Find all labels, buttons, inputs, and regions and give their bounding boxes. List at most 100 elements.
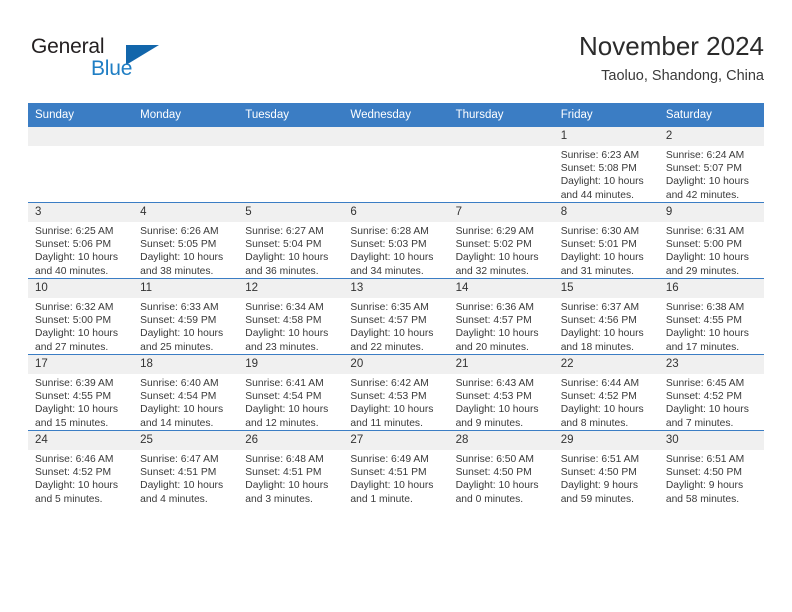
- page-subtitle: Taoluo, Shandong, China: [601, 68, 764, 84]
- sunset-text: Sunset: 5:06 PM: [35, 239, 112, 251]
- day-details: Sunrise: 6:40 AM Sunset: 4:54 PM Daylight:…: [133, 374, 238, 430]
- calendar-day-cell[interactable]: 23 Sunrise: 6:45 AM Sunset: 4:52 PM Dayligh…: [658, 354, 764, 431]
- sunset-text: Sunset: 4:55 PM: [35, 391, 112, 403]
- day-number: 6: [343, 203, 449, 222]
- weekday-header-saturday: Saturday: [658, 103, 764, 127]
- calendar-day-cell[interactable]: 17 Sunrise: 6:39 AM Sunset: 4:55 PM Dayligh…: [28, 354, 134, 431]
- sunset-text: Sunset: 5:08 PM: [560, 163, 637, 175]
- day-number: 20: [343, 355, 449, 374]
- calendar-day-cell[interactable]: 12 Sunrise: 6:34 AM Sunset: 4:58 PM Dayligh…: [238, 278, 344, 355]
- calendar-day-cell[interactable]: 26 Sunrise: 6:48 AM Sunset: 4:51 PM Dayligh…: [238, 430, 344, 506]
- day-number: 15: [553, 279, 659, 298]
- calendar-day-cell[interactable]: 16 Sunrise: 6:38 AM Sunset: 4:55 PM Dayligh…: [658, 278, 764, 355]
- day-number: 21: [448, 355, 554, 374]
- daylight-text: Daylight: 10 hours and 25 minutes.: [140, 328, 224, 353]
- calendar-day-cell[interactable]: 22 Sunrise: 6:44 AM Sunset: 4:52 PM Dayligh…: [553, 354, 659, 431]
- sunrise-text: Sunrise: 6:51 AM: [560, 454, 640, 465]
- day-number: 8: [553, 203, 659, 222]
- calendar-day-cell[interactable]: 1 Sunrise: 6:23 AM Sunset: 5:08 PM Daylight…: [553, 126, 659, 203]
- sunset-text: Sunset: 4:59 PM: [140, 315, 217, 327]
- calendar-day-cell[interactable]: 3 Sunrise: 6:25 AM Sunset: 5:06 PM Daylight…: [28, 202, 134, 279]
- sunrise-text: Sunrise: 6:42 AM: [350, 378, 429, 389]
- calendar-day-cell[interactable]: 2 Sunrise: 6:24 AM Sunset: 5:07 PM Daylight…: [658, 126, 764, 203]
- calendar-day-cell[interactable]: 19 Sunrise: 6:41 AM Sunset: 4:54 PM Dayligh…: [238, 354, 344, 431]
- calendar-day-cell-empty: [343, 126, 449, 203]
- daylight-text: Daylight: 10 hours and 34 minutes.: [350, 252, 434, 277]
- sunrise-text: Sunrise: 6:25 AM: [35, 226, 114, 237]
- daylight-text: Daylight: 10 hours and 1 minute.: [350, 480, 434, 505]
- weekday-header-row: Sunday Monday Tuesday Wednesday Thursday…: [28, 103, 764, 127]
- calendar-day-cell[interactable]: 11 Sunrise: 6:33 AM Sunset: 4:59 PM Dayligh…: [133, 278, 239, 355]
- calendar-week-row: 10 Sunrise: 6:32 AM Sunset: 5:00 PM Dayligh…: [28, 278, 764, 355]
- weekday-header-monday: Monday: [133, 103, 239, 127]
- calendar-day-cell[interactable]: 28 Sunrise: 6:50 AM Sunset: 4:50 PM Dayligh…: [448, 430, 554, 506]
- day-details: Sunrise: 6:49 AM Sunset: 4:51 PM Daylight:…: [343, 450, 448, 506]
- day-number: 22: [553, 355, 659, 374]
- daylight-text: Daylight: 10 hours and 11 minutes.: [350, 404, 434, 429]
- day-details: Sunrise: 6:46 AM Sunset: 4:52 PM Daylight:…: [28, 450, 133, 506]
- day-number: 25: [133, 431, 239, 450]
- calendar-day-cell[interactable]: 9 Sunrise: 6:31 AM Sunset: 5:00 PM Daylight…: [658, 202, 764, 279]
- sunrise-text: Sunrise: 6:49 AM: [350, 454, 429, 465]
- calendar-day-cell-empty: [448, 126, 554, 203]
- sunrise-text: Sunrise: 6:36 AM: [455, 302, 534, 313]
- calendar-day-cell[interactable]: 18 Sunrise: 6:40 AM Sunset: 4:54 PM Dayligh…: [133, 354, 239, 431]
- daylight-text: Daylight: 10 hours and 7 minutes.: [665, 404, 749, 429]
- day-details: Sunrise: 6:50 AM Sunset: 4:50 PM Daylight:…: [449, 450, 554, 506]
- calendar-day-cell[interactable]: 6 Sunrise: 6:28 AM Sunset: 5:03 PM Daylight…: [343, 202, 449, 279]
- generalblue-logo[interactable]: General Blue: [31, 35, 181, 87]
- day-details: Sunrise: 6:41 AM Sunset: 4:54 PM Daylight:…: [238, 374, 343, 430]
- day-details: Sunrise: 6:42 AM Sunset: 4:53 PM Daylight:…: [343, 374, 448, 430]
- day-details: Sunrise: 6:48 AM Sunset: 4:51 PM Daylight:…: [238, 450, 343, 506]
- sunset-text: Sunset: 5:02 PM: [455, 239, 532, 251]
- sunrise-text: Sunrise: 6:30 AM: [560, 226, 640, 237]
- calendar-day-cell[interactable]: 14 Sunrise: 6:36 AM Sunset: 4:57 PM Dayligh…: [448, 278, 554, 355]
- daylight-text: Daylight: 10 hours and 0 minutes.: [455, 480, 539, 505]
- calendar-day-cell[interactable]: 7 Sunrise: 6:29 AM Sunset: 5:02 PM Daylight…: [448, 202, 554, 279]
- sunrise-text: Sunrise: 6:43 AM: [455, 378, 534, 389]
- calendar-day-cell[interactable]: 20 Sunrise: 6:42 AM Sunset: 4:53 PM Dayligh…: [343, 354, 449, 431]
- daylight-text: Daylight: 10 hours and 44 minutes.: [560, 176, 644, 201]
- calendar-page: General Blue November 2024 Taoluo, Shand…: [0, 0, 792, 612]
- calendar-day-cell[interactable]: 15 Sunrise: 6:37 AM Sunset: 4:56 PM Dayligh…: [553, 278, 659, 355]
- day-number: 3: [28, 203, 134, 222]
- sunset-text: Sunset: 5:00 PM: [35, 315, 112, 327]
- day-number: [238, 127, 344, 146]
- daylight-text: Daylight: 10 hours and 23 minutes.: [245, 328, 329, 353]
- sunset-text: Sunset: 5:03 PM: [350, 239, 427, 251]
- page-header: General Blue November 2024 Taoluo, Shand…: [28, 30, 764, 92]
- calendar-day-cell[interactable]: 8 Sunrise: 6:30 AM Sunset: 5:01 PM Daylight…: [553, 202, 659, 279]
- daylight-text: Daylight: 10 hours and 17 minutes.: [665, 328, 749, 353]
- sunrise-text: Sunrise: 6:50 AM: [455, 454, 534, 465]
- calendar-day-cell[interactable]: 21 Sunrise: 6:43 AM Sunset: 4:53 PM Dayligh…: [448, 354, 554, 431]
- day-number: 24: [28, 431, 134, 450]
- day-number: 12: [238, 279, 344, 298]
- daylight-text: Daylight: 10 hours and 9 minutes.: [455, 404, 539, 429]
- calendar-day-cell[interactable]: 10 Sunrise: 6:32 AM Sunset: 5:00 PM Dayligh…: [28, 278, 134, 355]
- calendar-day-cell[interactable]: 5 Sunrise: 6:27 AM Sunset: 5:04 PM Daylight…: [238, 202, 344, 279]
- sunrise-text: Sunrise: 6:31 AM: [665, 226, 745, 237]
- sunset-text: Sunset: 4:50 PM: [665, 467, 742, 479]
- day-details: Sunrise: 6:24 AM Sunset: 5:07 PM Daylight:…: [659, 146, 764, 202]
- sunset-text: Sunset: 4:51 PM: [140, 467, 217, 479]
- sunset-text: Sunset: 5:01 PM: [560, 239, 637, 251]
- calendar-day-cell[interactable]: 29 Sunrise: 6:51 AM Sunset: 4:50 PM Dayligh…: [553, 430, 659, 506]
- daylight-text: Daylight: 10 hours and 15 minutes.: [35, 404, 118, 429]
- calendar-day-cell[interactable]: 27 Sunrise: 6:49 AM Sunset: 4:51 PM Dayligh…: [343, 430, 449, 506]
- daylight-text: Daylight: 9 hours and 59 minutes.: [560, 480, 638, 505]
- calendar-day-cell-empty: [238, 126, 344, 203]
- calendar-day-cell[interactable]: 24 Sunrise: 6:46 AM Sunset: 4:52 PM Dayligh…: [28, 430, 134, 506]
- sunrise-text: Sunrise: 6:48 AM: [245, 454, 324, 465]
- page-title: November 2024: [579, 31, 764, 61]
- sunrise-text: Sunrise: 6:27 AM: [245, 226, 324, 237]
- calendar-day-cell[interactable]: 13 Sunrise: 6:35 AM Sunset: 4:57 PM Dayligh…: [343, 278, 449, 355]
- day-number: 28: [448, 431, 554, 450]
- day-details: Sunrise: 6:47 AM Sunset: 4:51 PM Daylight:…: [133, 450, 238, 506]
- day-number: [343, 127, 449, 146]
- calendar-day-cell[interactable]: 30 Sunrise: 6:51 AM Sunset: 4:50 PM Dayligh…: [658, 430, 764, 506]
- daylight-text: Daylight: 10 hours and 8 minutes.: [560, 404, 644, 429]
- day-details: Sunrise: 6:31 AM Sunset: 5:00 PM Daylight:…: [659, 222, 764, 278]
- calendar-day-cell[interactable]: 4 Sunrise: 6:26 AM Sunset: 5:05 PM Daylight…: [133, 202, 239, 279]
- day-number: 9: [658, 203, 764, 222]
- calendar-day-cell[interactable]: 25 Sunrise: 6:47 AM Sunset: 4:51 PM Dayligh…: [133, 430, 239, 506]
